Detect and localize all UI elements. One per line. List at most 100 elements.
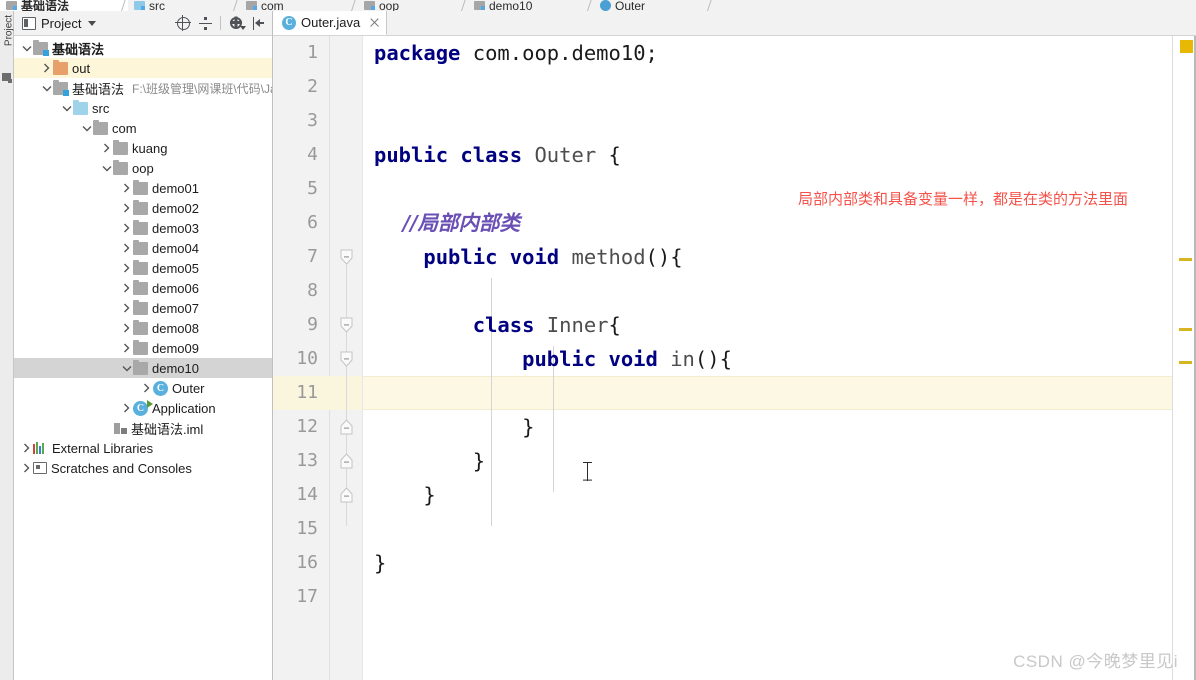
tree-item-demo09[interactable]: demo09 (14, 338, 272, 358)
line-number: 8 (307, 280, 318, 301)
chevron-down-icon[interactable] (20, 45, 33, 52)
collapse-all-button[interactable] (196, 14, 214, 32)
tree-item-Outer[interactable]: C Outer (14, 378, 272, 398)
code-line-4[interactable]: public class Outer { (363, 138, 1196, 172)
chevron-right-icon[interactable] (120, 283, 133, 293)
editor-tab-outer-java[interactable]: C Outer.java (273, 11, 388, 35)
chevron-down-icon[interactable] (88, 20, 97, 26)
package-icon (93, 119, 108, 135)
tree-item-基础语法[interactable]: 基础语法 F:\班级管理\网课班\代码\Ja (14, 78, 272, 98)
fold-collapse-icon[interactable] (338, 317, 355, 334)
project-panel: Project 基础语法 out 基础语法 F:\班级管理\网课班\代码\Ja … (14, 11, 273, 680)
code-line-14[interactable]: } (363, 478, 1196, 512)
tree-item-demo08[interactable]: demo08 (14, 318, 272, 338)
code-line-2[interactable] (363, 70, 1196, 104)
project-tree[interactable]: 基础语法 out 基础语法 F:\班级管理\网课班\代码\Ja src com kuang o… (14, 36, 272, 680)
chevron-down-icon[interactable] (80, 125, 93, 132)
collapse-all-icon (198, 16, 212, 30)
chevron-right-icon[interactable] (120, 223, 133, 233)
editor-area: C Outer.java 1 2 3 4 5 6 7 8 9 10 11 12 13 14 15 16 17 p… (273, 11, 1196, 680)
code-line-17[interactable] (363, 580, 1196, 614)
chevron-down-icon[interactable] (40, 85, 53, 92)
breadcrumb[interactable]: 基础语法 src com oop demo10 Outer (0, 0, 1196, 11)
code-token: //局部内部类 (374, 211, 521, 235)
warning-marker[interactable] (1179, 361, 1192, 364)
tree-item-Application[interactable]: C Application (14, 398, 272, 418)
chevron-right-icon[interactable] (120, 243, 133, 253)
code-line-16[interactable]: } (363, 546, 1196, 580)
tree-item-out[interactable]: out (14, 58, 272, 78)
tree-item-demo07[interactable]: demo07 (14, 298, 272, 318)
chevron-right-icon[interactable] (120, 303, 133, 313)
code-line-6[interactable]: //局部内部类 (363, 206, 1196, 240)
breadcrumb-item-demo10[interactable]: demo10 (468, 0, 594, 11)
tree-item-label: demo07 (152, 300, 199, 316)
code-line-1[interactable]: package com.oop.demo10; (363, 36, 1196, 70)
tree-item-oop[interactable]: oop (14, 158, 272, 178)
tree-item-label: External Libraries (52, 440, 154, 456)
chevron-right-icon[interactable] (120, 403, 133, 413)
fold-expand-icon[interactable] (338, 419, 355, 436)
tree-item-demo06[interactable]: demo06 (14, 278, 272, 298)
tree-item-kuang[interactable]: kuang (14, 138, 272, 158)
chevron-right-icon[interactable] (120, 183, 133, 193)
tree-item-demo03[interactable]: demo03 (14, 218, 272, 238)
fold-collapse-icon[interactable] (338, 351, 355, 368)
hide-panel-button[interactable] (249, 14, 267, 32)
code-line-7[interactable]: public void method(){ (363, 240, 1196, 274)
tree-item-基础语法.iml[interactable]: 基础语法.iml (14, 418, 272, 438)
tree-item-External Libraries[interactable]: External Libraries (14, 438, 272, 458)
chevron-right-icon[interactable] (20, 443, 33, 453)
tree-item-src[interactable]: src (14, 98, 272, 118)
scroll-from-source-button[interactable] (174, 14, 192, 32)
class-icon: C (153, 380, 168, 396)
fold-expand-icon[interactable] (338, 453, 355, 470)
settings-button[interactable] (227, 14, 246, 32)
breadcrumb-item-Outer[interactable]: Outer (594, 0, 714, 11)
chevron-right-icon[interactable] (120, 323, 133, 333)
chevron-down-icon[interactable] (60, 105, 73, 112)
code-line-11[interactable] (363, 376, 1196, 410)
sidebar-item-project-vertical[interactable]: Project (4, 9, 15, 53)
tree-item-demo01[interactable]: demo01 (14, 178, 272, 198)
chevron-right-icon[interactable] (120, 343, 133, 353)
chevron-right-icon[interactable] (40, 63, 53, 73)
code-line-15[interactable] (363, 512, 1196, 546)
tree-item-demo10[interactable]: demo10 (14, 358, 272, 378)
breadcrumb-item-com[interactable]: com (240, 0, 358, 11)
warning-marker[interactable] (1179, 258, 1192, 261)
warning-marker[interactable] (1179, 328, 1192, 331)
code-line-10[interactable]: public void in(){ (363, 342, 1196, 376)
code-line-8[interactable] (363, 274, 1196, 308)
code-line-3[interactable] (363, 104, 1196, 138)
breadcrumb-item-src[interactable]: src (128, 0, 240, 11)
close-icon[interactable] (369, 17, 380, 28)
breadcrumb-item-oop[interactable]: oop (358, 0, 468, 11)
tree-item-demo02[interactable]: demo02 (14, 198, 272, 218)
fold-collapse-icon[interactable] (338, 249, 355, 266)
tree-item-demo04[interactable]: demo04 (14, 238, 272, 258)
line-number: 9 (307, 314, 318, 335)
tree-item-Scratches and Consoles[interactable]: Scratches and Consoles (14, 458, 272, 478)
code-text[interactable]: package com.oop.demo10; public class Oute… (363, 36, 1196, 680)
fold-expand-icon[interactable] (338, 487, 355, 504)
code-line-12[interactable]: } (363, 410, 1196, 444)
code-line-9[interactable]: class Inner{ (363, 308, 1196, 342)
chevron-right-icon[interactable] (140, 383, 153, 393)
chevron-down-icon[interactable] (100, 165, 113, 172)
editor-marker-bar[interactable] (1172, 36, 1196, 680)
tree-item-demo05[interactable]: demo05 (14, 258, 272, 278)
tree-item-com[interactable]: com (14, 118, 272, 138)
code-line-13[interactable]: } (363, 444, 1196, 478)
breadcrumb-item-基础语法[interactable]: 基础语法 (0, 0, 128, 11)
chevron-right-icon[interactable] (100, 143, 113, 153)
chevron-down-icon[interactable] (120, 365, 133, 372)
editor-tabbar: C Outer.java (273, 11, 1196, 36)
chevron-right-icon[interactable] (120, 203, 133, 213)
package-icon (133, 179, 148, 195)
inspection-status-icon[interactable] (1180, 40, 1193, 53)
tree-item-基础语法[interactable]: 基础语法 (14, 38, 272, 58)
code-fold-gutter[interactable] (330, 36, 363, 680)
chevron-right-icon[interactable] (20, 463, 33, 473)
chevron-right-icon[interactable] (120, 263, 133, 273)
